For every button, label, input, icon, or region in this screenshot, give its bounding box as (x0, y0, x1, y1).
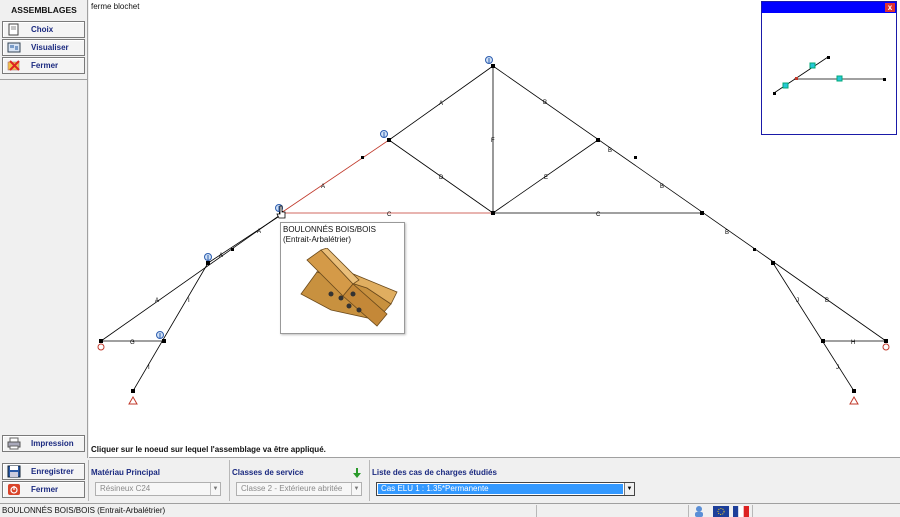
fermer-sidebar-button[interactable]: Fermer (2, 57, 85, 74)
french-flag-icon[interactable] (733, 506, 749, 517)
minimap-titlebar[interactable] (762, 2, 896, 13)
member-label: B (660, 184, 664, 190)
service-class-label: Classes de service (232, 468, 304, 477)
status-text: BOULONNÉS BOIS/BOIS (Entrait-Arbalétrier… (2, 506, 166, 515)
member-label: A (257, 229, 261, 235)
member-label: B (543, 100, 547, 106)
member-label: A (155, 298, 159, 304)
view-icon (7, 41, 21, 54)
service-class-group: Classes de service Classe 2 - Extérieure… (229, 460, 369, 501)
minimap-window[interactable]: x (761, 1, 897, 135)
member-label: I (188, 298, 190, 304)
pin-support-icon (97, 343, 105, 351)
roller-support-icon (128, 395, 138, 405)
roller-support-icon (849, 395, 859, 405)
status-cell (752, 505, 900, 517)
material-group: Matériau Principal Résineux C24 ▼ (88, 460, 229, 501)
pin-support-icon (882, 343, 890, 351)
service-class-select[interactable]: Classe 2 - Extérieure abritée ▼ (236, 482, 362, 496)
document-icon (7, 23, 21, 36)
printer-icon (7, 437, 21, 450)
member-label: J (836, 365, 839, 371)
member-A-highlight (280, 139, 390, 214)
close-icon (7, 59, 21, 72)
visualiser-button[interactable]: Visualiser (2, 39, 85, 56)
chevron-down-icon: ▼ (351, 483, 361, 495)
status-bar: BOULONNÉS BOIS/BOIS (Entrait-Arbalétrier… (0, 503, 900, 517)
member-J (772, 262, 855, 392)
tooltip-title: BOULONNÉS BOIS/BOIS (283, 225, 376, 234)
member-label: B (608, 148, 612, 154)
member-label: J (796, 298, 799, 304)
sidebar: ASSEMBLAGES Choix Visualiser Fermer Impr… (0, 0, 88, 458)
member-label: B (825, 298, 829, 304)
save-icon (7, 465, 21, 478)
choix-button[interactable]: Choix (2, 21, 85, 38)
member-label: I (148, 365, 150, 371)
user-icon[interactable] (692, 505, 706, 517)
status-cell (688, 505, 708, 517)
choix-label: Choix (31, 25, 54, 34)
support-icons (97, 343, 890, 405)
fermer-sidebar-label: Fermer (31, 61, 59, 70)
member-label: A (219, 253, 223, 259)
instruction-hint: Cliquer sur le noeud sur lequel l'assemb… (91, 445, 326, 454)
material-label: Matériau Principal (91, 468, 160, 477)
minimap-close-button[interactable]: x (885, 3, 895, 12)
member-label: C (387, 212, 392, 218)
fermer-button[interactable]: Fermer (2, 481, 85, 498)
visualiser-label: Visualiser (31, 43, 69, 52)
load-cases-value: Cas ELU 1 : 1.35*Permanente (378, 484, 623, 494)
member-label: B (725, 230, 729, 236)
minimap-view (773, 56, 886, 95)
assembly-tooltip: BOULONNÉS BOIS/BOIS (Entrait-Arbalétrier… (280, 222, 405, 334)
member-B-upper (492, 65, 766, 257)
member-label: E (544, 175, 548, 181)
bottom-panel: Enregistrer Fermer Matériau Principal Ré… (0, 458, 900, 503)
eu-flag-icon[interactable] (713, 506, 729, 517)
load-cases-select[interactable]: Cas ELU 1 : 1.35*Permanente ▼ (376, 482, 635, 496)
member-label: G (130, 340, 135, 346)
member-label: A (439, 101, 443, 107)
member-label: A (321, 184, 325, 190)
material-select[interactable]: Résineux C24 ▼ (95, 482, 221, 496)
info-arrow-icon[interactable] (352, 468, 362, 478)
impression-button[interactable]: Impression (2, 435, 85, 452)
member-label: C (596, 212, 601, 218)
sidebar-title: ASSEMBLAGES (11, 5, 77, 15)
power-icon (7, 483, 21, 496)
member-label: D (439, 175, 444, 181)
enregistrer-button[interactable]: Enregistrer (2, 463, 85, 480)
service-class-value: Classe 2 - Extérieure abritée (241, 484, 343, 493)
drawing-canvas[interactable]: ferme blochet A A A A A B B B B B C C D … (89, 0, 900, 458)
load-cases-group: Liste des cas de charges étudiés Cas ELU… (369, 460, 900, 501)
material-value: Résineux C24 (100, 484, 151, 493)
sidebar-divider (0, 79, 88, 80)
impression-label: Impression (31, 439, 74, 448)
member-I (132, 262, 209, 392)
chevron-down-icon: ▼ (210, 483, 220, 495)
enregistrer-label: Enregistrer (31, 467, 74, 476)
member-label: H (851, 340, 855, 346)
chevron-down-icon: ▼ (624, 483, 634, 495)
tooltip-subtitle: (Entrait-Arbalétrier) (283, 235, 352, 244)
fermer-label: Fermer (31, 485, 59, 494)
member-label: F (491, 138, 495, 144)
load-cases-label: Liste des cas de charges étudiés (372, 468, 497, 477)
member-left-rafter-lower (100, 212, 284, 342)
status-cell (536, 505, 688, 517)
bolted-joint-icon (300, 248, 398, 327)
